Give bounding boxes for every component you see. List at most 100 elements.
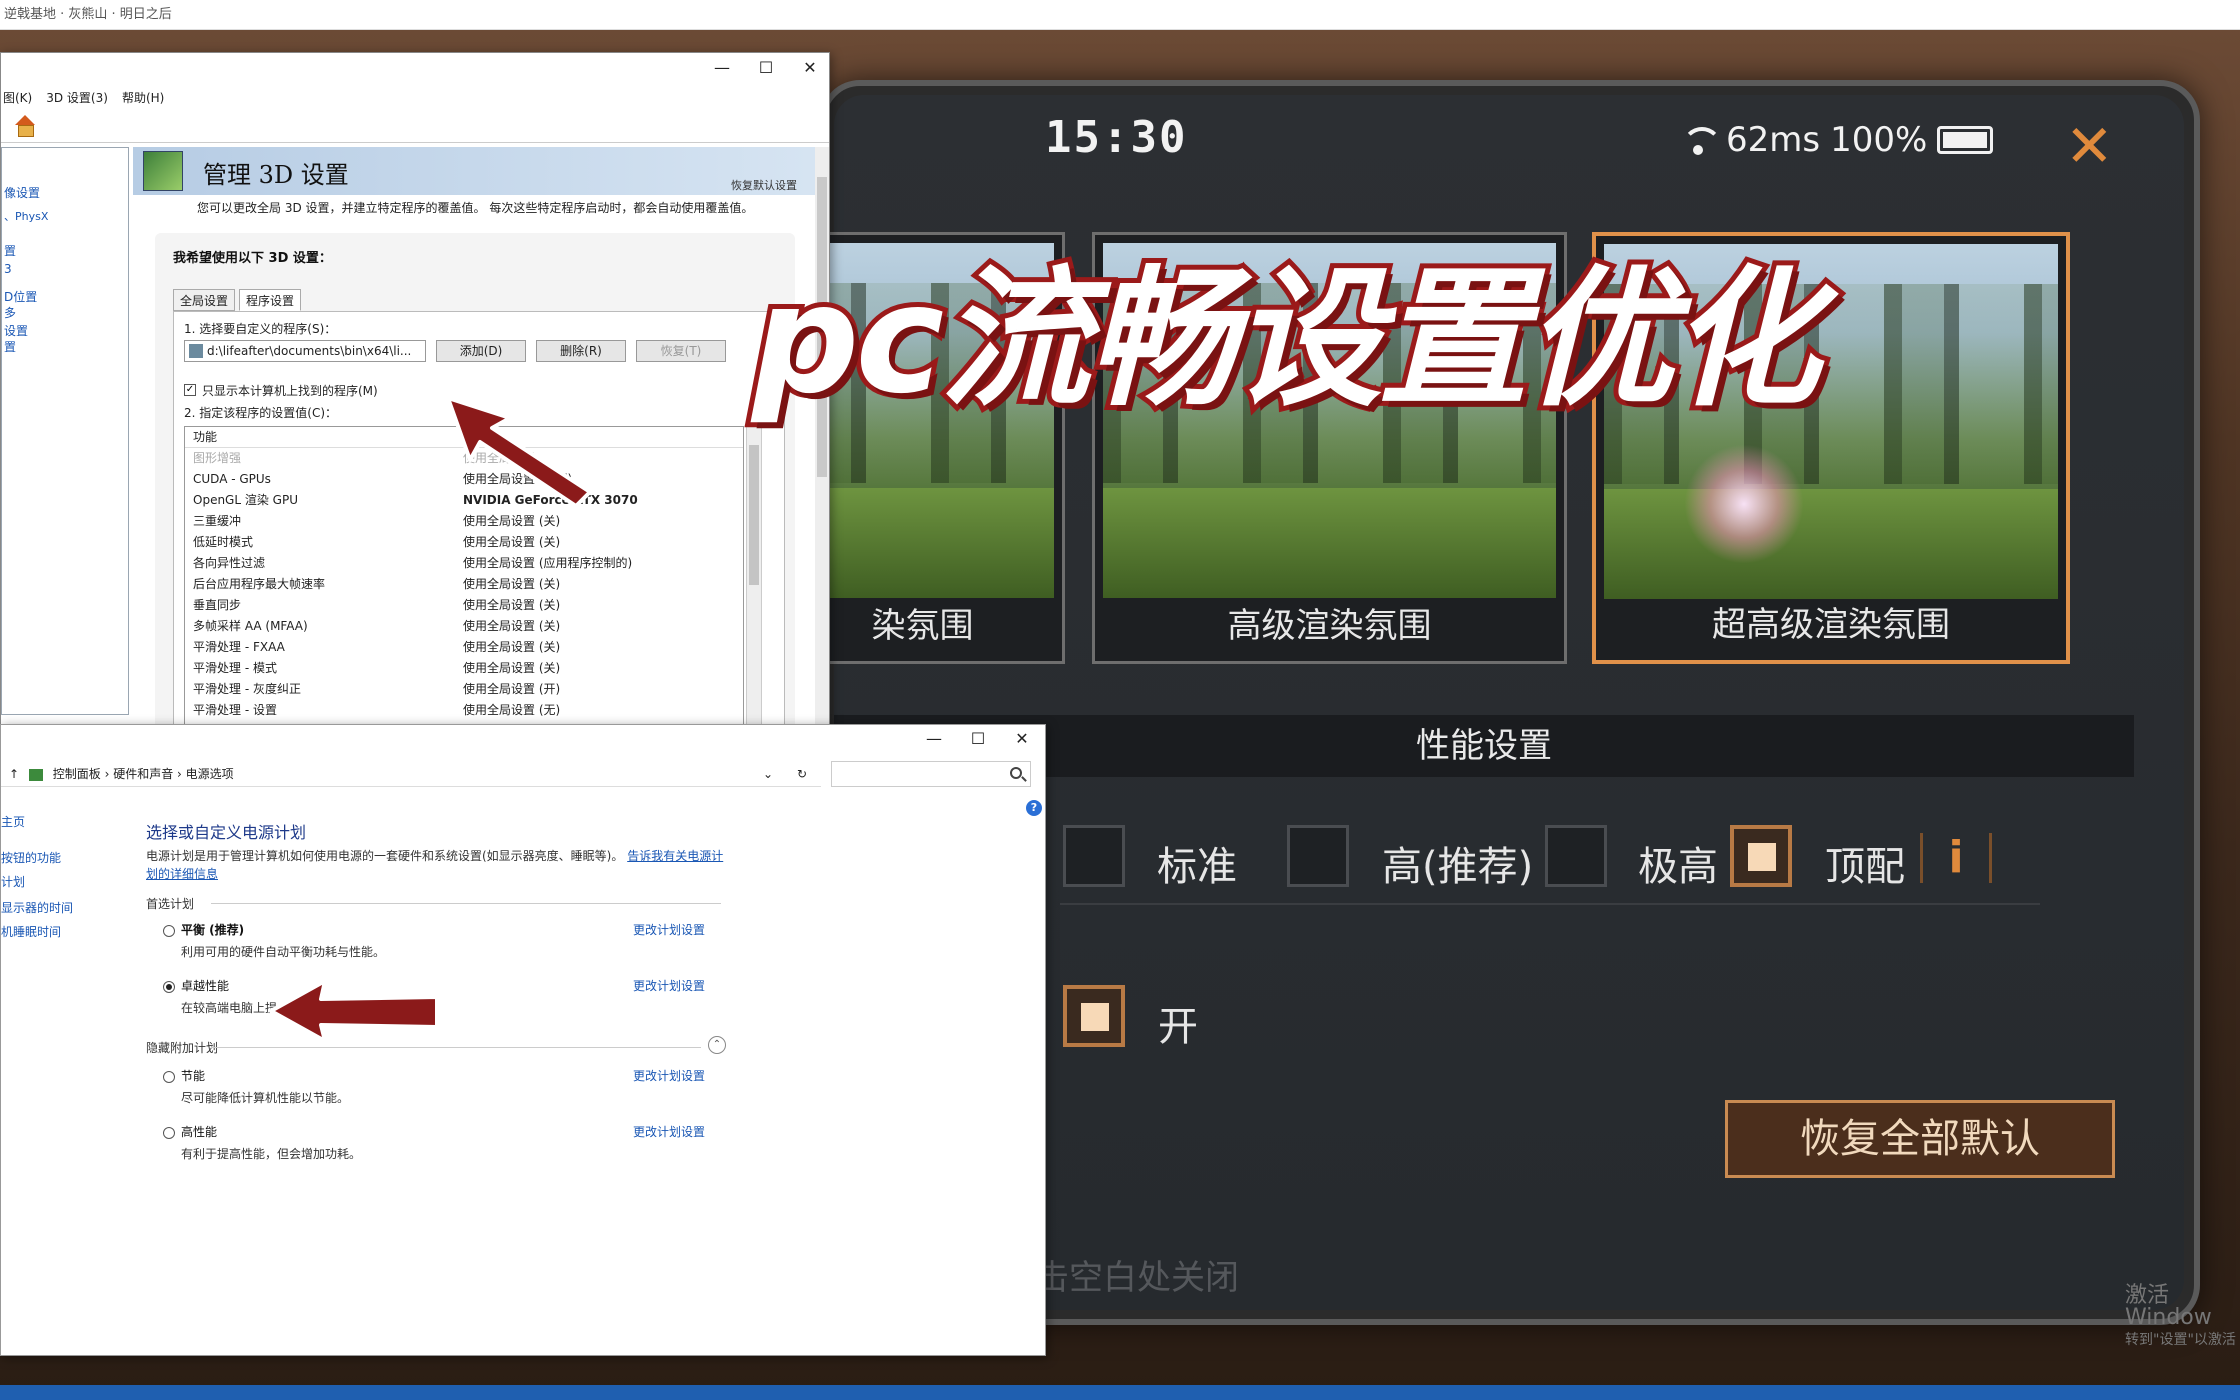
table-row[interactable]: 多帧采样 AA (MFAA) 使用全局设置 (关) xyxy=(185,616,743,637)
task-item[interactable]: 设置 xyxy=(4,322,28,339)
table-row[interactable]: 后台应用程序最大帧速率 使用全局设置 (关) xyxy=(185,574,743,595)
table-row[interactable]: 平滑处理 - 灰度纠正 使用全局设置 (开) xyxy=(185,679,743,700)
power-options-window: — ☐ ✕ ↑ 控制面板 › 硬件和声音 › 电源选项 ⌄ ↻ 主页 按钮的功能… xyxy=(0,724,1046,1356)
grid-scrollbar[interactable] xyxy=(746,426,762,736)
plan-radio-balanced[interactable] xyxy=(163,925,175,937)
program-settings-body: 1. 选择要自定义的程序(S)： d:\lifeafter\documents\… xyxy=(173,311,785,751)
nvidia-menubar: 图(K) 3D 设置(3) 帮助(H) xyxy=(1,87,164,109)
left-link-display-time[interactable]: 显示器的时间 xyxy=(1,899,73,916)
plan-radio-power-saver[interactable] xyxy=(163,1071,175,1083)
left-link-plan[interactable]: 计划 xyxy=(1,873,25,890)
table-row[interactable]: 低延时模式 使用全局设置 (关) xyxy=(185,532,743,553)
minimize-icon[interactable]: — xyxy=(925,729,943,748)
task-item[interactable]: 多 xyxy=(4,304,16,321)
nvidia-toolbar xyxy=(1,109,829,143)
task-item[interactable]: 3 xyxy=(4,262,12,276)
page-header: 管理 3D 设置 恢复默认设置 xyxy=(133,147,815,195)
task-item[interactable]: 置 xyxy=(4,242,16,259)
search-input[interactable] xyxy=(831,761,1031,787)
close-icon[interactable]: ✕ xyxy=(2065,112,2114,180)
power-titlebar: — ☐ ✕ xyxy=(1,725,1045,757)
only-show-found-label: 只显示本计算机上找到的程序(M) xyxy=(202,384,378,398)
plan-settings-link-balanced[interactable]: 更改计划设置 xyxy=(633,921,705,938)
nvidia-titlebar: — ☐ ✕ xyxy=(1,53,829,87)
left-link-buttons[interactable]: 按钮的功能 xyxy=(1,849,61,866)
quality-checkbox-standard[interactable] xyxy=(1063,825,1125,887)
plan-radio-high-performance[interactable] xyxy=(163,1127,175,1139)
breadcrumb-hardware-sound[interactable]: 硬件和声音 xyxy=(113,767,173,781)
only-show-found-checkbox[interactable]: ✓ xyxy=(184,384,196,396)
table-row[interactable]: 平滑处理 - FXAA 使用全局设置 (关) xyxy=(185,637,743,658)
tab-global-settings[interactable]: 全局设置 xyxy=(173,289,236,311)
task-item[interactable]: 像设置 xyxy=(4,184,40,201)
plan-settings-link-power-saver[interactable]: 更改计划设置 xyxy=(633,1067,705,1084)
up-arrow-icon[interactable]: ↑ xyxy=(9,767,19,781)
menu-item-view[interactable]: 图(K) xyxy=(3,87,32,109)
overlay-title: pc流畅设置优化 xyxy=(747,248,1825,432)
reset-all-defaults-button[interactable]: 恢复全部默认 xyxy=(1725,1100,2115,1178)
refresh-icon[interactable]: ↻ xyxy=(797,761,807,787)
outer-window-title: 逆戟基地 · 灰熊山 · 明日之后 xyxy=(4,7,172,22)
maximize-icon[interactable]: ☐ xyxy=(757,58,775,77)
table-row[interactable]: 三重缓冲 使用全局设置 (关) xyxy=(185,511,743,532)
help-icon[interactable]: ? xyxy=(1026,800,1042,816)
settings-question: 我希望使用以下 3D 设置： xyxy=(173,251,332,266)
quality-label-ultra: 极高 xyxy=(1638,844,1718,890)
dropdown-chevron-icon[interactable]: ⌄ xyxy=(763,761,773,787)
annotation-arrow-icon xyxy=(269,979,439,1043)
power-page-title: 选择或自定义电源计划 xyxy=(146,823,307,842)
step2-label: 2. 指定该程序的设置值(C)： xyxy=(184,406,338,420)
power-desc-text: 电源计划是用于管理计算机如何使用电源的一套硬件和系统设置(如显示器亮度、睡眠等)… xyxy=(146,849,624,863)
restore-program-button[interactable]: 恢复(T) xyxy=(636,340,726,362)
restore-defaults-link[interactable]: 恢复默认设置 xyxy=(731,177,797,193)
task-item[interactable]: D位置 xyxy=(4,288,37,305)
collapse-chevron-icon[interactable]: ⌃ xyxy=(708,1036,726,1054)
toggle-checkbox[interactable] xyxy=(1063,985,1125,1047)
add-program-button[interactable]: 添加(D) xyxy=(436,340,526,362)
plan-desc-high-performance: 有利于提高性能，但会增加功耗。 xyxy=(181,1147,362,1161)
program-select[interactable]: d:\lifeafter\documents\bin\x64\li... xyxy=(184,340,426,362)
left-link-sleep-time[interactable]: 机睡眠时间 xyxy=(1,923,61,940)
breadcrumb-separator-icon: › xyxy=(104,767,114,781)
quality-checkbox-max[interactable] xyxy=(1730,825,1792,887)
table-row[interactable]: 各向异性过滤 使用全局设置 (应用程序控制的) xyxy=(185,553,743,574)
table-row[interactable]: 平滑处理 - 设置 使用全局设置 (无) xyxy=(185,700,743,721)
search-icon xyxy=(1010,767,1022,779)
plan-radio-ultimate[interactable] xyxy=(163,981,175,993)
nvidia-task-tree: 像设置 、PhysX 置 3 D位置 多 设置 置 xyxy=(1,147,129,715)
power-page-description: 电源计划是用于管理计算机如何使用电源的一套硬件和系统设置(如显示器亮度、睡眠等)… xyxy=(146,847,726,883)
page-description: 您可以更改全局 3D 设置，并建立特定程序的覆盖值。 每次这些特定程序启动时，都… xyxy=(197,201,754,215)
section-divider xyxy=(211,1047,701,1048)
quality-checkbox-high[interactable] xyxy=(1287,825,1349,887)
task-item[interactable]: 置 xyxy=(4,338,16,355)
maximize-icon[interactable]: ☐ xyxy=(969,729,987,748)
plan-settings-link-high-performance[interactable]: 更改计划设置 xyxy=(633,1123,705,1140)
breadcrumb-control-panel[interactable]: 控制面板 xyxy=(53,767,101,781)
table-row[interactable]: 垂直同步 使用全局设置 (关) xyxy=(185,595,743,616)
plan-settings-link-ultimate[interactable]: 更改计划设置 xyxy=(633,977,705,994)
plan-desc-ultimate: 在较高端电脑上提 xyxy=(181,1001,278,1015)
menu-item-help[interactable]: 帮助(H) xyxy=(122,87,164,109)
quality-checkbox-ultra[interactable] xyxy=(1545,825,1607,887)
close-icon[interactable]: ✕ xyxy=(801,58,819,77)
info-icon[interactable]: i xyxy=(1920,833,1992,883)
home-icon[interactable] xyxy=(13,115,37,137)
close-hint-text: 击空白处关闭 xyxy=(1035,1258,1239,1298)
table-row[interactable]: 平滑处理 - 模式 使用全局设置 (关) xyxy=(185,658,743,679)
grid-header-feature: 功能 xyxy=(193,430,218,444)
menu-item-3d-settings[interactable]: 3D 设置(3) xyxy=(46,87,108,109)
close-icon[interactable]: ✕ xyxy=(1013,729,1031,748)
control-panel-icon xyxy=(28,768,43,781)
left-link-home[interactable]: 主页 xyxy=(1,813,25,830)
plan-name-power-saver: 节能 xyxy=(181,1069,206,1083)
plan-desc-power-saver: 尽可能降低计算机性能以节能。 xyxy=(181,1091,350,1105)
tab-program-settings[interactable]: 程序设置 xyxy=(239,289,302,311)
watermark-line-1: 激活 Window xyxy=(2125,1283,2212,1330)
task-item[interactable]: 、PhysX xyxy=(4,208,48,224)
breadcrumb-power-options[interactable]: 电源选项 xyxy=(186,767,234,781)
minimize-icon[interactable]: — xyxy=(713,58,731,77)
taskbar xyxy=(0,1385,2240,1400)
remove-program-button[interactable]: 删除(R) xyxy=(536,340,626,362)
annotation-arrow-icon xyxy=(446,396,592,508)
plan-name-balanced: 平衡 (推荐) xyxy=(181,923,245,937)
